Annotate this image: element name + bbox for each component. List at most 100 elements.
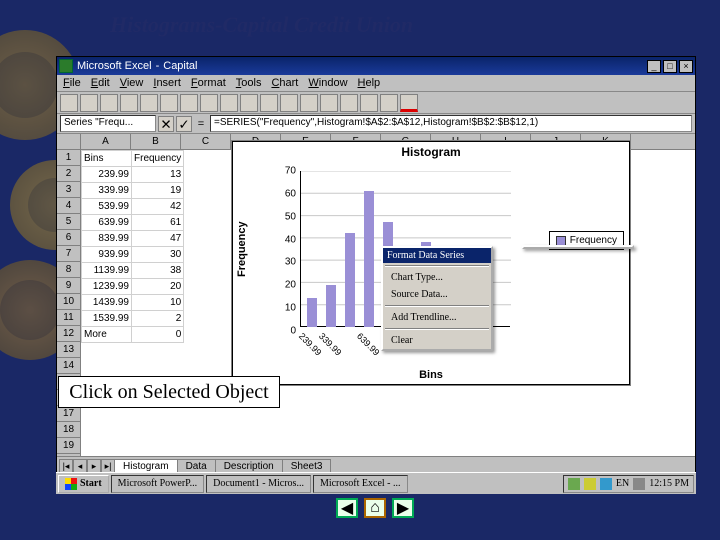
menu-window[interactable]: Window	[308, 77, 347, 89]
cell[interactable]: 539.99	[82, 199, 132, 215]
chart-title[interactable]: Histogram	[232, 141, 630, 163]
tab-nav-prev-icon[interactable]: ◂	[73, 459, 87, 473]
fill-color-icon[interactable]	[380, 94, 398, 112]
row-header[interactable]: 18	[57, 422, 80, 438]
row-header[interactable]: 8	[57, 262, 80, 278]
cell[interactable]: 339.99	[82, 183, 132, 199]
context-menu[interactable]	[522, 245, 634, 249]
sheet-tab-sheet3[interactable]: Sheet3	[282, 459, 332, 473]
save-icon[interactable]	[100, 94, 118, 112]
row-header[interactable]: 10	[57, 294, 80, 310]
cell[interactable]: 1439.99	[82, 295, 132, 311]
formula-bar[interactable]: Series "Frequ... ✕ ✓ = =SERIES("Frequenc…	[57, 114, 695, 134]
cell[interactable]: 13	[132, 167, 184, 183]
task-button[interactable]: Microsoft Excel - ...	[313, 475, 408, 493]
row-header[interactable]: 14	[57, 358, 80, 374]
menu-item-clear[interactable]: Clear	[383, 332, 491, 349]
align-center-icon[interactable]	[340, 94, 358, 112]
minimize-button[interactable]: _	[647, 60, 661, 73]
home-icon[interactable]: ⌂	[364, 498, 386, 518]
cell[interactable]: Bins	[82, 151, 132, 167]
col-header[interactable]: C	[181, 134, 231, 149]
select-all-corner[interactable]	[57, 134, 80, 150]
cell[interactable]: More	[82, 327, 132, 343]
tab-nav-next-icon[interactable]: ▸	[87, 459, 101, 473]
menu-item-add-trendline[interactable]: Add Trendline...	[383, 309, 491, 326]
cut-icon[interactable]	[160, 94, 178, 112]
row-header[interactable]: 3	[57, 182, 80, 198]
menu-format[interactable]: Format	[191, 77, 226, 89]
cell[interactable]: 939.99	[82, 247, 132, 263]
tray-icon[interactable]	[600, 478, 612, 490]
task-button[interactable]: Document1 - Micros...	[206, 475, 311, 493]
menu-bar[interactable]: File Edit View Insert Format Tools Chart…	[57, 75, 695, 92]
preview-icon[interactable]	[140, 94, 158, 112]
row-header[interactable]: 9	[57, 278, 80, 294]
cell[interactable]: 10	[132, 295, 184, 311]
maximize-button[interactable]: □	[663, 60, 677, 73]
undo-icon[interactable]	[220, 94, 238, 112]
tray-lang[interactable]: EN	[616, 478, 629, 489]
row-header[interactable]: 5	[57, 214, 80, 230]
tray-icon[interactable]	[584, 478, 596, 490]
close-button[interactable]: ×	[679, 60, 693, 73]
menu-chart[interactable]: Chart	[271, 77, 298, 89]
name-box[interactable]: Series "Frequ...	[60, 115, 156, 132]
cell[interactable]: 47	[132, 231, 184, 247]
sheet-tab-data[interactable]: Data	[177, 459, 216, 473]
row-header[interactable]: 6	[57, 230, 80, 246]
standard-toolbar[interactable]	[57, 92, 695, 114]
open-icon[interactable]	[80, 94, 98, 112]
cell[interactable]: Frequency	[132, 151, 184, 167]
copy-icon[interactable]	[180, 94, 198, 112]
underline-icon[interactable]	[300, 94, 318, 112]
sheet-tab-histogram[interactable]: Histogram	[114, 459, 178, 473]
cell[interactable]: 1539.99	[82, 311, 132, 327]
italic-icon[interactable]	[280, 94, 298, 112]
menu-item-chart-type[interactable]: Chart Type...	[383, 269, 491, 286]
font-color-icon[interactable]	[400, 94, 418, 112]
row-header[interactable]: 13	[57, 342, 80, 358]
paste-icon[interactable]	[200, 94, 218, 112]
cell[interactable]: 30	[132, 247, 184, 263]
row-header[interactable]: 11	[57, 310, 80, 326]
print-icon[interactable]	[120, 94, 138, 112]
menu-view[interactable]: View	[120, 77, 144, 89]
col-header[interactable]: B	[131, 134, 181, 149]
system-tray[interactable]: EN 12:15 PM	[563, 475, 694, 493]
windows-taskbar[interactable]: Start Microsoft PowerP... Document1 - Mi…	[56, 472, 696, 494]
align-right-icon[interactable]	[360, 94, 378, 112]
volume-icon[interactable]	[633, 478, 645, 490]
row-header[interactable]: 19	[57, 438, 80, 454]
col-header[interactable]: A	[81, 134, 131, 149]
cell[interactable]: 2	[132, 311, 184, 327]
cell[interactable]: 19	[132, 183, 184, 199]
tab-nav-last-icon[interactable]: ▸|	[101, 459, 115, 473]
menu-tools[interactable]: Tools	[236, 77, 262, 89]
cell[interactable]: 20	[132, 279, 184, 295]
cell[interactable]: 0	[132, 327, 184, 343]
cell[interactable]: 38	[132, 263, 184, 279]
cell[interactable]: 239.99	[82, 167, 132, 183]
align-left-icon[interactable]	[320, 94, 338, 112]
row-header[interactable]: 2	[57, 166, 80, 182]
row-header[interactable]: 1	[57, 150, 80, 166]
redo-icon[interactable]	[240, 94, 258, 112]
menu-help[interactable]: Help	[358, 77, 381, 89]
enter-formula-icon[interactable]: ✓	[176, 116, 192, 132]
formula-box[interactable]: =SERIES("Frequency",Histogram!$A$2:$A$12…	[210, 115, 692, 132]
menu-file[interactable]: File	[63, 77, 81, 89]
sheet-tab-description[interactable]: Description	[215, 459, 283, 473]
context-menu[interactable]: Format Data Series Chart Type... Source …	[381, 246, 493, 351]
cell[interactable]: 61	[132, 215, 184, 231]
cell[interactable]: 42	[132, 199, 184, 215]
bold-icon[interactable]	[260, 94, 278, 112]
menu-edit[interactable]: Edit	[91, 77, 110, 89]
start-button[interactable]: Start	[58, 475, 109, 493]
cell[interactable]: 1139.99	[82, 263, 132, 279]
cancel-formula-icon[interactable]: ✕	[158, 116, 174, 132]
task-button[interactable]: Microsoft PowerP...	[111, 475, 204, 493]
tab-nav-first-icon[interactable]: |◂	[59, 459, 73, 473]
next-slide-icon[interactable]: ▶	[392, 498, 414, 518]
cells[interactable]: BinsFrequency 239.9913 339.9919 539.9942…	[81, 150, 184, 343]
